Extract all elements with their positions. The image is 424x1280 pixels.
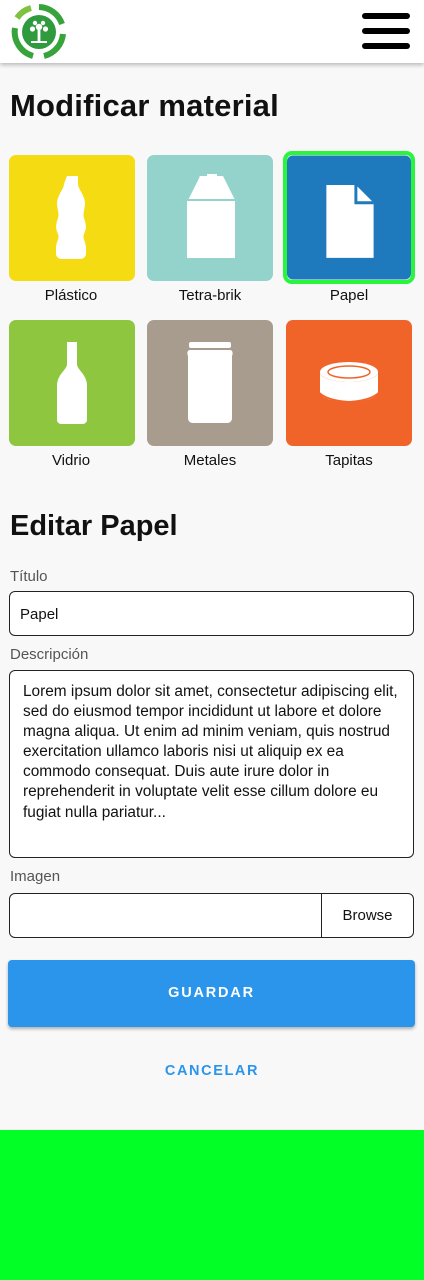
material-label-plastico: Plástico bbox=[44, 287, 98, 304]
title-field[interactable]: Papel bbox=[9, 591, 414, 636]
top-bar bbox=[0, 0, 424, 63]
image-file-input[interactable]: Browse bbox=[9, 893, 414, 938]
bottle-cap-icon bbox=[286, 320, 412, 446]
recycle-tree-logo-icon[interactable] bbox=[11, 4, 67, 60]
material-tile-vidrio[interactable] bbox=[9, 320, 135, 446]
plastic-bottle-icon bbox=[9, 155, 135, 281]
cancel-button[interactable]: CANCELAR bbox=[0, 1063, 424, 1079]
hamburger-icon bbox=[362, 13, 410, 19]
description-label: Descripción bbox=[10, 646, 89, 663]
material-tile-papel[interactable] bbox=[283, 151, 415, 284]
tetra-brik-icon bbox=[147, 155, 273, 281]
material-label-metales: Metales bbox=[183, 452, 237, 469]
paper-icon bbox=[287, 155, 411, 280]
material-tile-metales[interactable] bbox=[147, 320, 273, 446]
save-button[interactable]: GUARDAR bbox=[8, 960, 415, 1027]
material-label-vidrio: Vidrio bbox=[51, 452, 91, 469]
description-field[interactable]: Lorem ipsum dolor sit amet, consectetur … bbox=[9, 670, 414, 858]
page-title: Modificar material bbox=[10, 88, 279, 123]
footer-bar bbox=[0, 1130, 424, 1280]
hamburger-menu-button[interactable] bbox=[362, 12, 410, 50]
browse-button[interactable]: Browse bbox=[321, 894, 413, 937]
glass-bottle-icon bbox=[9, 320, 135, 446]
hamburger-icon-bar bbox=[362, 28, 410, 34]
material-label-papel: Papel bbox=[329, 287, 369, 304]
edit-heading: Editar Papel bbox=[10, 510, 178, 542]
title-label: Título bbox=[10, 568, 48, 585]
hamburger-icon-bar bbox=[362, 43, 410, 49]
material-tile-tapitas[interactable] bbox=[286, 320, 412, 446]
material-label-tetra-brik: Tetra-brik bbox=[178, 287, 242, 304]
material-tile-plastico[interactable] bbox=[9, 155, 135, 281]
metal-can-icon bbox=[147, 320, 273, 446]
image-label: Imagen bbox=[10, 868, 61, 885]
material-label-tapitas: Tapitas bbox=[325, 452, 373, 469]
material-tile-tetra-brik[interactable] bbox=[147, 155, 273, 281]
